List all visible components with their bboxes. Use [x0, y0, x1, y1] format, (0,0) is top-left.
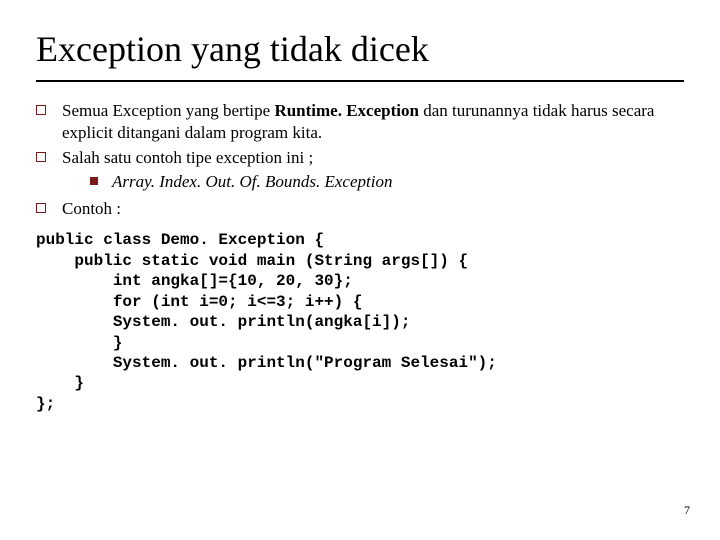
bullet-list: Semua Exception yang bertipe Runtime. Ex…	[36, 100, 684, 414]
bullet-text: Salah satu contoh tipe exception ini ;	[62, 147, 684, 169]
text-bold: Runtime. Exception	[274, 101, 419, 120]
sub-bullet-text: Array. Index. Out. Of. Bounds. Exception	[112, 171, 392, 193]
slide-title: Exception yang tidak dicek	[36, 28, 684, 82]
bullet-text: Semua Exception yang bertipe Runtime. Ex…	[62, 100, 684, 145]
list-item: Semua Exception yang bertipe Runtime. Ex…	[36, 100, 684, 145]
bullet-text: Contoh :	[62, 198, 684, 220]
text-part: Semua Exception yang bertipe	[62, 101, 274, 120]
square-icon	[36, 203, 46, 213]
square-icon	[36, 152, 46, 162]
square-fill-icon	[90, 177, 98, 185]
list-item: Contoh :	[36, 198, 684, 220]
slide: Exception yang tidak dicek Semua Excepti…	[0, 0, 720, 540]
list-item: Salah satu contoh tipe exception ini ;	[36, 147, 684, 169]
code-block: public class Demo. Exception { public st…	[36, 230, 684, 414]
square-icon	[36, 105, 46, 115]
sub-list-item: Array. Index. Out. Of. Bounds. Exception	[90, 171, 684, 193]
page-number: 7	[684, 503, 690, 518]
